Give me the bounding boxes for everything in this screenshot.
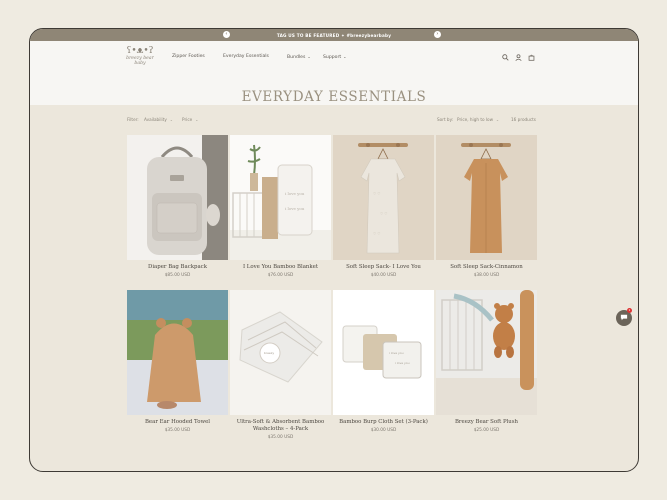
product-price: $35.00 USD [267, 435, 294, 440]
chevron-down-icon: ⌄ [496, 118, 500, 122]
nav-label: Support [323, 55, 342, 60]
product-image-diaper-bag[interactable] [127, 135, 228, 260]
nav-support[interactable]: Support ⌄ [323, 54, 347, 60]
availability-label: Availability [144, 117, 167, 122]
svg-text:breezy: breezy [264, 351, 274, 355]
svg-text:i love you: i love you [389, 351, 404, 355]
nav-zipper-footies[interactable]: Zipper Footies [172, 54, 205, 59]
product-card[interactable]: ♡ ♡ ♡ ♡ ♡ ♡ Soft Sleep Sack- I Love You $… [333, 135, 434, 278]
chevron-left-icon[interactable]: ‹ [223, 31, 230, 38]
chat-badge: 1 [627, 308, 632, 313]
product-price: $35.00 USD [164, 428, 191, 433]
cart-icon[interactable] [528, 54, 535, 63]
product-image-sleep-sack-i-love-you[interactable]: ♡ ♡ ♡ ♡ ♡ ♡ [333, 135, 434, 260]
product-name[interactable]: Breezy Bear Soft Plush [436, 419, 537, 426]
product-card[interactable]: Soft Sleep Sack-Cinnamon $38.00 USD [436, 135, 537, 278]
product-card[interactable]: breezy Ultra-Soft & Absorbent Bamboo Was… [230, 290, 331, 440]
product-price: $76.00 USD [267, 273, 294, 278]
price-filter[interactable]: Price ⌄ [182, 117, 198, 122]
product-card[interactable]: Diaper Bag Backpack $85.00 USD [127, 135, 228, 278]
nav-label: Zipper Footies [172, 54, 205, 59]
svg-text:♡ ♡: ♡ ♡ [373, 232, 380, 236]
search-icon[interactable] [502, 54, 509, 63]
svg-text:i love you: i love you [285, 191, 305, 196]
bear-icon: ʕ•ᴥ•ʔ [126, 46, 154, 56]
chevron-down-icon: ⌄ [195, 118, 199, 122]
product-name[interactable]: Diaper Bag Backpack [127, 264, 228, 271]
svg-text:♡ ♡: ♡ ♡ [373, 192, 380, 196]
product-image-bamboo-blanket[interactable]: i love you i love you [230, 135, 331, 260]
product-name[interactable]: Soft Sleep Sack-Cinnamon [436, 264, 537, 271]
brand-logo[interactable]: ʕ•ᴥ•ʔ breezy bear baby [123, 46, 157, 67]
sort-label: Sort by: [437, 117, 454, 122]
site-header: ʕ•ᴥ•ʔ breezy bear baby Zipper Footies Ev… [30, 41, 638, 105]
chevron-right-icon[interactable]: › [434, 31, 441, 38]
svg-text:i love you: i love you [395, 361, 410, 365]
product-card[interactable]: i love you i love you Bamboo Burp Cloth … [333, 290, 434, 433]
product-name[interactable]: I Love You Bamboo Blanket [230, 264, 331, 271]
sort-value: Price, high to low [457, 117, 494, 122]
product-name[interactable]: Bamboo Burp Cloth Set (3-Pack) [333, 419, 434, 426]
browser-frame: ‹ TAG US TO BE FEATURED ✦ #breezybearbab… [29, 28, 639, 472]
announcement-bar: ‹ TAG US TO BE FEATURED ✦ #breezybearbab… [30, 29, 638, 41]
product-price: $38.00 USD [473, 273, 500, 278]
product-name[interactable]: Ultra-Soft & Absorbent Bamboo Washcloths… [230, 419, 331, 433]
chevron-down-icon: ⌄ [169, 118, 173, 122]
sort-select[interactable]: Price, high to low ⌄ [457, 117, 499, 122]
account-icon[interactable] [515, 54, 522, 63]
product-card[interactable]: Bear Ear Hooded Towel $35.00 USD [127, 290, 228, 433]
product-name[interactable]: Bear Ear Hooded Towel [127, 419, 228, 426]
product-price: $30.00 USD [370, 428, 397, 433]
chevron-down-icon: ⌄ [343, 54, 347, 59]
svg-text:i love you: i love you [285, 206, 305, 211]
product-image-sleep-sack-cinnamon[interactable] [436, 135, 537, 260]
product-card[interactable]: Breezy Bear Soft Plush $25.00 USD [436, 290, 537, 433]
page-title: EVERYDAY ESSENTIALS [241, 89, 427, 105]
product-price: $40.00 USD [370, 273, 397, 278]
chevron-down-icon: ⌄ [307, 54, 311, 59]
nav-label: Everyday Essentials [223, 54, 269, 59]
announcement-text: TAG US TO BE FEATURED ✦ #breezybearbaby [276, 32, 392, 38]
nav-bundles[interactable]: Bundles ⌄ [287, 54, 311, 60]
product-name[interactable]: Soft Sleep Sack- I Love You [333, 264, 434, 271]
product-card[interactable]: i love you i love you I Love You Bamboo … [230, 135, 331, 278]
nav-label: Bundles [287, 55, 306, 60]
product-price: $85.00 USD [164, 273, 191, 278]
svg-text:♡ ♡: ♡ ♡ [380, 212, 387, 216]
logo-line2: baby [134, 61, 146, 66]
chat-bubble-icon[interactable]: 1 [616, 308, 632, 326]
filter-label: Filter: [127, 117, 139, 122]
product-count: 16 products [511, 117, 536, 122]
product-image-burp-cloths[interactable]: i love you i love you [333, 290, 434, 415]
product-price: $25.00 USD [473, 428, 500, 433]
availability-filter[interactable]: Availability ⌄ [144, 117, 173, 122]
product-image-soft-plush[interactable] [436, 290, 537, 415]
product-image-washcloths[interactable]: breezy [230, 290, 331, 415]
price-label: Price [182, 117, 193, 122]
product-image-hooded-towel[interactable] [127, 290, 228, 415]
nav-everyday-essentials[interactable]: Everyday Essentials [223, 54, 269, 59]
